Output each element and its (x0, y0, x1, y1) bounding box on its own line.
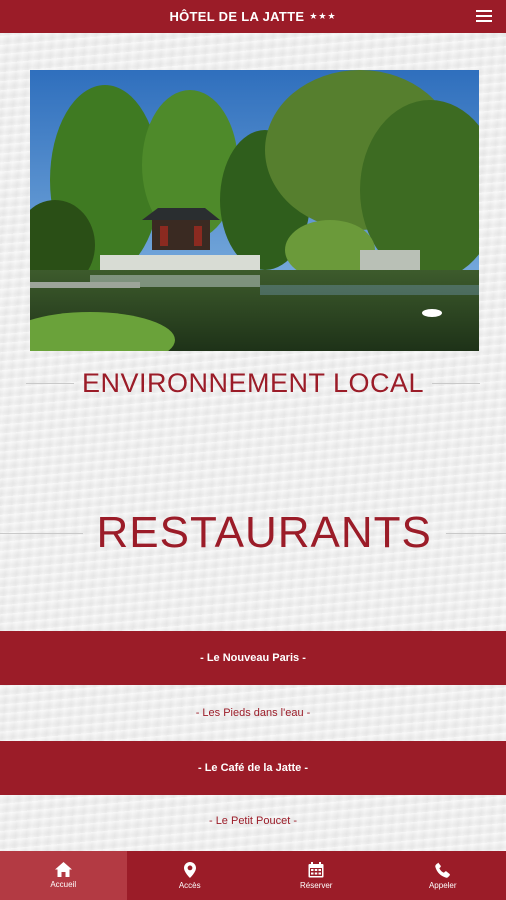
nav-item-acces[interactable]: Accès (127, 851, 254, 900)
restaurants-heading: RESTAURANTS (96, 508, 432, 557)
nav-label: Accès (178, 880, 201, 890)
restaurant-item-les-pieds-dans-leau[interactable]: - Les Pieds dans l'eau - (0, 686, 506, 740)
restaurant-label: - Le Petit Poucet - (208, 815, 298, 827)
phone-icon (435, 862, 450, 878)
home-icon (54, 862, 72, 877)
restaurant-item-le-cafe-de-la-jatte[interactable]: - Le Café de la Jatte - (0, 741, 506, 795)
calendar-icon (308, 861, 324, 877)
restaurant-label: - Le Nouveau Paris - (200, 652, 306, 664)
restaurant-label: - Le Café de la Jatte - (197, 762, 309, 774)
nav-item-appeler[interactable]: Appeler (380, 851, 506, 900)
nav-label: Appeler (428, 880, 457, 890)
nav-label: Réserver (300, 880, 333, 890)
hamburger-menu-icon[interactable] (476, 10, 492, 22)
restaurant-item-le-nouveau-paris[interactable]: - Le Nouveau Paris - (0, 631, 506, 685)
divider-line (25, 382, 74, 384)
divider-line (432, 382, 481, 384)
divider-line (445, 532, 506, 534)
divider-line (0, 532, 83, 534)
restaurants-section-header: RESTAURANTS (0, 508, 506, 558)
restaurant-item-le-petit-poucet[interactable]: - Le Petit Poucet - (0, 794, 506, 848)
hotel-title: HÔTEL DE LA JATTE (169, 9, 305, 24)
hero-image (30, 70, 479, 351)
bottom-navigation: Accueil Accès Réserver Appeler (0, 851, 506, 900)
environment-section-header: ENVIRONNEMENT LOCAL (0, 365, 506, 401)
restaurant-label: - Les Pieds dans l'eau - (195, 707, 311, 719)
nav-item-reserver[interactable]: Réserver (253, 851, 380, 900)
rating-stars: ★★★ (309, 11, 337, 21)
environment-heading: ENVIRONNEMENT LOCAL (81, 367, 425, 398)
top-bar: HÔTEL DE LA JATTE ★★★ (0, 0, 506, 33)
nav-item-accueil[interactable]: Accueil (0, 851, 127, 900)
map-pin-icon (183, 861, 196, 878)
nav-label: Accueil (50, 880, 77, 889)
